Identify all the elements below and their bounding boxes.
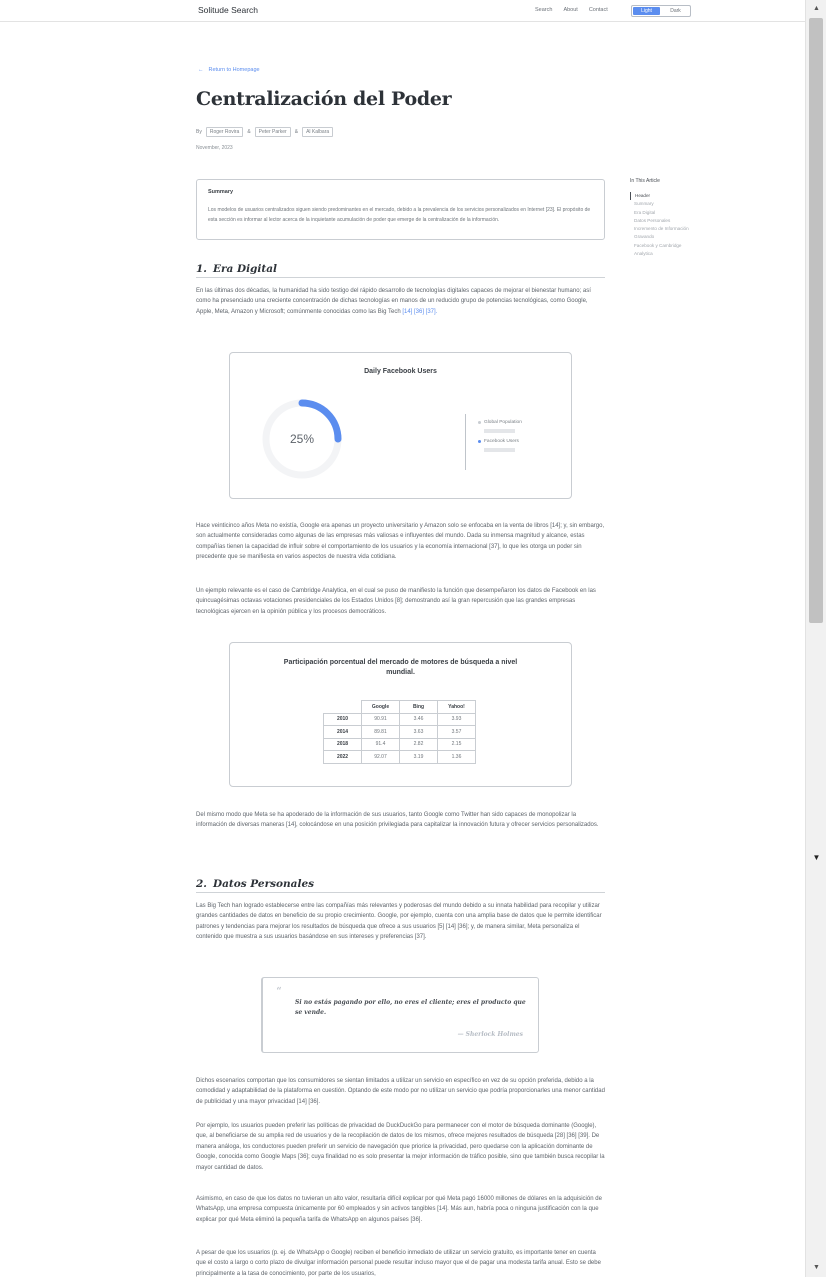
search-market-table: Google Bing Yahoo! 2010 90.91 3.46 3.93 2014… [323,700,476,764]
row-label: 2010 [323,712,362,726]
scrollbar-thumb[interactable] [809,18,823,623]
author-separator: & [294,129,299,135]
table-row: 2014 89.81 3.63 3.57 [323,725,476,739]
section-heading-era-digital: 1. Era Digital [196,263,605,278]
legend-label: Global Population [484,420,522,425]
table-header-row: Google Bing Yahoo! [324,700,476,714]
legend-bar [484,429,515,433]
blockquote: “ Si no estás pagando por ello, no eres … [261,977,539,1053]
summary-box: Summary Los modelos de usuarios centrali… [196,179,605,240]
table-cell: 2.82 [399,737,438,751]
table-cell: 92.07 [361,750,400,764]
return-home-link[interactable]: ← Return to Homepage [198,67,260,73]
toc-item[interactable]: Era Digital [630,209,740,217]
paragraph: Del mismo modo que Meta se ha apoderado … [196,812,599,829]
toc-item[interactable]: Incremento de Información [630,225,740,233]
table-cell: 91.4 [361,737,400,751]
table-cell: 3.46 [399,712,438,726]
section-title: Datos Personales [212,878,315,890]
toc-title: In This Article [630,178,660,184]
paragraph: Un ejemplo relevante es el caso de Cambr… [196,588,596,615]
theme-toggle: Light Dark [631,5,691,17]
paragraph-text: En las últimas dos décadas, la humanidad… [196,288,591,315]
author-separator: & [247,129,251,135]
page-title: Centralización del Poder [196,88,452,110]
paragraph: Asimismo, en caso de que los datos no tu… [196,1196,602,1223]
table-title: Participación porcentual del mercado de … [283,659,518,676]
section-number: 1. [196,263,207,275]
legend-bar [484,448,515,452]
row-label: 2014 [323,725,362,739]
toc-item[interactable]: Datos Personales [630,217,740,225]
table-row: 2018 91.4 2.82 2.15 [323,737,476,751]
theme-light-button[interactable]: Light [633,7,660,15]
author-tag[interactable]: Roger Rovira [205,127,244,137]
top-navbar: Solitude Search Search About Contact Lig… [0,0,805,22]
column-header: Bing [399,700,438,714]
row-label: 2022 [323,750,362,764]
return-home-label: Return to Homepage [208,67,260,73]
paragraph: Hace veinticinco años Meta no existía, G… [196,523,605,561]
paragraph: Dichos escenarios comportan que los cons… [196,1078,605,1105]
quote-author: — Sherlock Holmes [457,1031,523,1038]
toc-item[interactable]: Analytica [630,250,740,258]
table-cell: 3.63 [399,725,438,739]
scroll-up-icon[interactable]: ▲ [806,2,826,16]
table-cell: 3.93 [437,712,476,726]
publish-date: November, 2023 [196,145,233,151]
donut-chart: 25% [262,399,342,479]
nav-links: Search About Contact [535,7,608,13]
arrow-left-icon: ← [198,67,204,73]
paragraph: Por ejemplo, los usuarios pueden preferi… [196,1123,605,1171]
table-cell: 2.15 [437,737,476,751]
by-label: By [196,129,202,135]
legend-item[interactable]: Global Population [478,420,522,425]
chart-legend: Global Population Facebook Users [465,414,522,470]
section-number: 2. [196,878,207,890]
citation-links[interactable]: [14] [36] [37]. [402,309,437,315]
toc-item[interactable]: Summary [630,200,740,208]
chart-title: Daily Facebook Users [364,368,437,375]
quote-mark-icon: “ [276,985,282,998]
nav-link-about[interactable]: About [563,7,577,13]
table-row: 2010 90.91 3.46 3.93 [323,712,476,726]
nav-link-search[interactable]: Search [535,7,552,13]
nav-link-contact[interactable]: Contact [589,7,608,13]
author-list: By Roger Rovira & Peter Parker & Al Kalb… [196,127,334,137]
table-row: 2022 92.07 3.19 1.36 [323,750,476,764]
paragraph: A pesar de que los usuarios (p. ej. de W… [196,1250,601,1277]
scroll-down-icon[interactable]: ▼ [806,1261,826,1275]
legend-item[interactable]: Facebook Users [478,439,522,444]
page-scrollbar[interactable]: ▲ ▼ ▼ [805,0,826,1277]
column-header: Yahoo! [437,700,476,714]
section-title: Era Digital [212,263,278,275]
row-label: 2018 [323,737,362,751]
table-of-contents: In This Article Header Summary Era Digit… [630,178,740,258]
summary-text: Los modelos de usuarios centralizados si… [208,207,591,223]
toc-item[interactable]: Facebook y Cambridge [630,242,740,250]
toc-item[interactable]: Gravando [630,233,740,241]
legend-dot [478,440,481,443]
paragraph: Las Big Tech han logrado establecerse en… [196,903,602,941]
table-cell: 3.19 [399,750,438,764]
legend-label: Facebook Users [484,439,519,444]
toc-item[interactable]: Header [630,192,740,201]
table-cell: 90.91 [361,712,400,726]
table-corner [324,701,362,714]
author-tag[interactable]: Al Kalbara [302,127,334,137]
table-cell: 3.57 [437,725,476,739]
donut-center-label: 25% [289,432,315,446]
table-cell: 1.36 [437,750,476,764]
legend-dot [478,421,481,424]
brand-logo[interactable]: Solitude Search [198,5,258,15]
theme-dark-button[interactable]: Dark [662,7,689,15]
table-cell: 89.81 [361,725,400,739]
author-tag[interactable]: Peter Parker [254,127,291,137]
paragraph: En las últimas dos décadas, la humanidad… [196,286,605,317]
section-heading-datos-personales: 2. Datos Personales [196,878,605,893]
quote-text: Si no estás pagando por ello, no eres el… [295,999,526,1016]
column-header: Google [361,700,400,714]
chevron-down-icon: ▼ [812,853,821,862]
summary-heading: Summary [208,189,234,195]
